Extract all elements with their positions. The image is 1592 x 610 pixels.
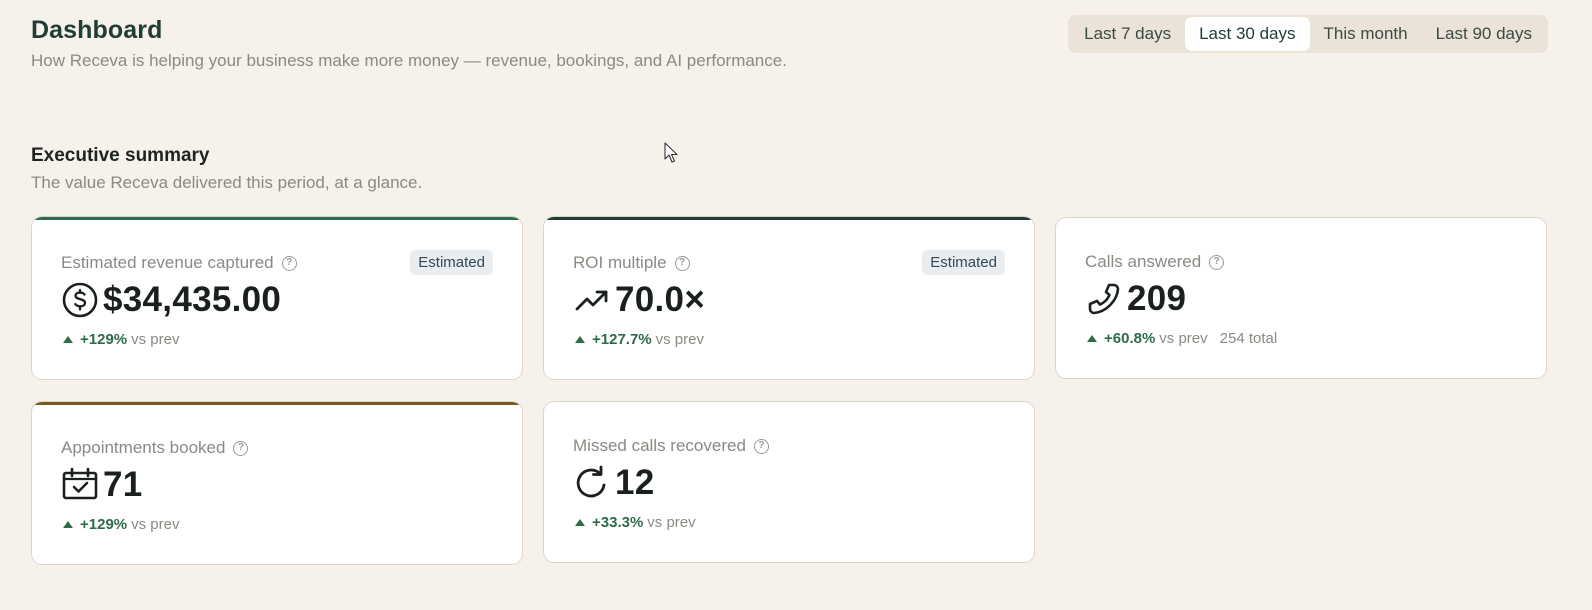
delta-value: +33.3% <box>592 514 644 531</box>
help-icon[interactable]: ? <box>753 438 769 454</box>
kpi-value-row: 70.0× <box>573 280 705 320</box>
estimated-badge: Estimated <box>922 250 1005 275</box>
kpi-label-wrap: Appointments booked ? <box>61 438 249 458</box>
card-accent <box>32 402 522 405</box>
kpi-value-row: 209 <box>1085 279 1186 319</box>
delta-note: vs prev <box>1159 330 1208 347</box>
delta-note: vs prev <box>131 516 180 533</box>
estimated-badge: Estimated <box>410 250 493 275</box>
kpi-value: $34,435.00 <box>103 280 282 319</box>
delta-value: +129% <box>80 516 128 533</box>
refresh-icon <box>573 464 611 502</box>
help-icon[interactable]: ? <box>233 440 249 456</box>
page-title: Dashboard <box>31 16 163 44</box>
kpi-card-appointments: Appointments booked ? 71 +129% vs prev <box>31 401 523 565</box>
arrow-up-icon <box>1087 335 1097 342</box>
kpi-delta: +129% vs prev <box>63 331 179 348</box>
kpi-label-wrap: Calls answered ? <box>1085 252 1225 272</box>
help-icon[interactable]: ? <box>281 255 297 271</box>
delta-value: +129% <box>80 331 128 348</box>
arrow-up-icon <box>63 336 73 343</box>
kpi-label: ROI multiple <box>573 253 667 272</box>
executive-summary-header: Executive summary The value Receva deliv… <box>31 145 422 193</box>
section-subtitle: The value Receva delivered this period, … <box>31 173 423 192</box>
kpi-value: 12 <box>615 463 655 502</box>
total-count: 254 total <box>1219 330 1278 347</box>
kpi-label-wrap: Missed calls recovered ? <box>573 436 769 456</box>
kpi-value: 71 <box>103 465 143 504</box>
card-accent <box>32 217 522 220</box>
trending-up-icon <box>573 281 611 319</box>
date-range-selector: Last 7 days Last 30 days This month Last… <box>1068 15 1548 53</box>
kpi-value: 70.0× <box>615 280 706 319</box>
calendar-check-icon <box>61 466 99 504</box>
kpi-delta: +60.8% vs prev 254 total <box>1087 330 1277 347</box>
delta-note: vs prev <box>131 331 180 348</box>
kpi-value-row: $34,435.00 <box>61 280 281 320</box>
arrow-up-icon <box>575 519 585 526</box>
dollar-circle-icon <box>61 281 99 319</box>
arrow-up-icon <box>63 521 73 528</box>
kpi-delta: +127.7% vs prev <box>575 331 704 348</box>
kpi-value-row: 71 <box>61 465 143 505</box>
kpi-label: Calls answered <box>1085 252 1202 271</box>
card-accent <box>544 217 1034 220</box>
delta-value: +60.8% <box>1104 330 1156 347</box>
delta-value: +127.7% <box>592 331 652 348</box>
tab-last-7-days[interactable]: Last 7 days <box>1070 17 1185 51</box>
tab-this-month[interactable]: This month <box>1310 17 1422 51</box>
tab-last-30-days[interactable]: Last 30 days <box>1185 17 1310 51</box>
kpi-delta: +129% vs prev <box>63 516 179 533</box>
page-header: Dashboard How Receva is helping your bus… <box>31 16 787 71</box>
help-icon[interactable]: ? <box>1209 254 1225 270</box>
kpi-card-missed-calls: Missed calls recovered ? 12 +33.3% vs pr… <box>543 401 1035 563</box>
section-title: Executive summary <box>31 145 210 166</box>
kpi-label-wrap: Estimated revenue captured ? <box>61 253 297 273</box>
help-icon[interactable]: ? <box>674 255 690 271</box>
kpi-card-revenue: Estimated revenue captured ? Estimated $… <box>31 216 523 380</box>
kpi-label: Appointments booked <box>61 438 226 457</box>
kpi-card-calls: Calls answered ? 209 +60.8% vs prev 254 … <box>1055 217 1547 379</box>
phone-icon <box>1085 280 1123 318</box>
kpi-label-wrap: ROI multiple ? <box>573 253 690 273</box>
kpi-value: 209 <box>1127 279 1187 318</box>
kpi-delta: +33.3% vs prev <box>575 514 696 531</box>
kpi-label: Estimated revenue captured <box>61 253 274 272</box>
kpi-value-row: 12 <box>573 463 655 503</box>
tab-last-90-days[interactable]: Last 90 days <box>1422 17 1546 51</box>
mouse-cursor-icon <box>664 142 678 163</box>
kpi-card-roi: ROI multiple ? Estimated 70.0× +127.7% v… <box>543 216 1035 380</box>
delta-note: vs prev <box>655 331 704 348</box>
arrow-up-icon <box>575 336 585 343</box>
kpi-label: Missed calls recovered <box>573 436 746 455</box>
delta-note: vs prev <box>647 514 696 531</box>
page-subtitle: How Receva is helping your business make… <box>31 51 787 70</box>
